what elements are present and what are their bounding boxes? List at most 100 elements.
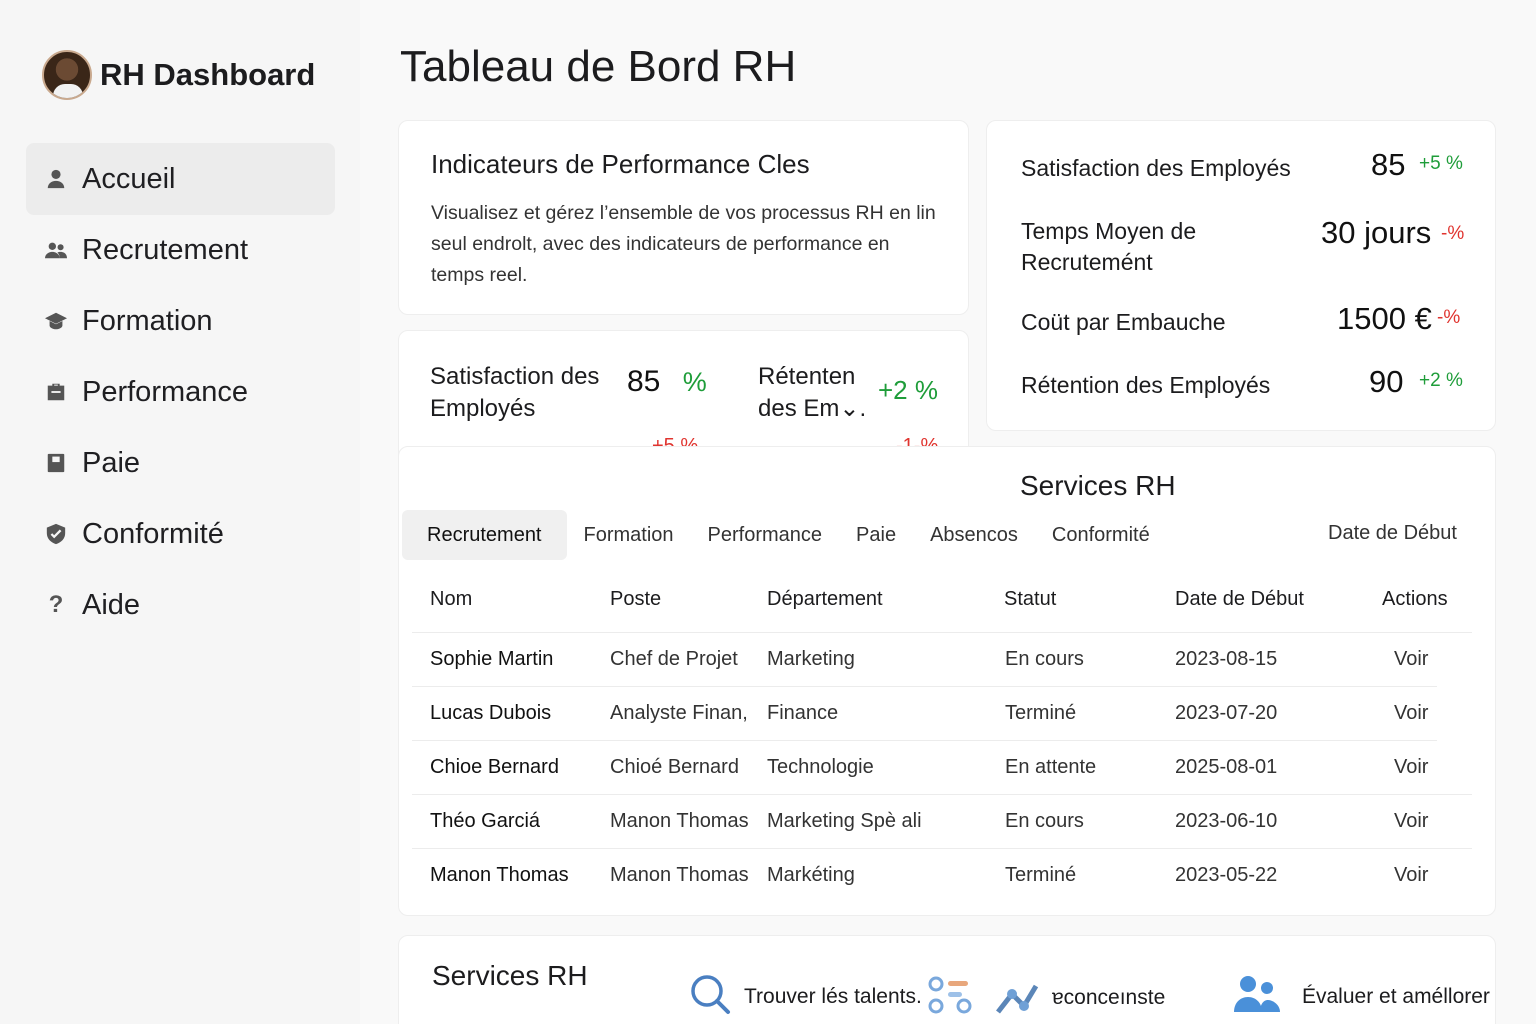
tab-paie[interactable]: Paie: [839, 510, 913, 560]
metric-retention: Rétention des Employés 90 +2 %: [1021, 364, 1465, 401]
column-header-departement[interactable]: Département: [767, 588, 883, 611]
column-header-statut[interactable]: Statut: [1004, 588, 1056, 611]
kpi-heading: Indicateurs de Performance Cles: [431, 149, 810, 179]
users-group-icon: [1232, 972, 1282, 1021]
sidebar-item-label: Paie: [82, 446, 141, 479]
metric-time-to-hire: Temps Moyen de Recrutemént: [1021, 216, 1241, 278]
column-header-poste[interactable]: Poste: [610, 588, 661, 611]
cell-nom: Lucas Dubois: [430, 702, 552, 724]
column-header-nom[interactable]: Nom: [430, 588, 472, 611]
tab-recrutement[interactable]: Recrutement: [402, 510, 567, 560]
network-icon: [926, 974, 978, 1023]
sidebar-item-label: Aide: [82, 588, 141, 621]
network-icon: [994, 972, 1040, 1023]
cell-departement: Markéting: [767, 864, 855, 886]
shield-check-icon: [44, 522, 68, 546]
sidebar-item-aide[interactable]: ? Aide: [26, 569, 335, 641]
metric-label: Temps Moyen de Recrutemént: [1021, 218, 1197, 275]
cell-departement: Finance: [767, 702, 839, 724]
metric-value: 85: [1371, 147, 1406, 182]
stat-satisfaction: Satisfaction des Employés: [430, 361, 600, 425]
sidebar: RH Dashboard Accueil Recrutement Formati…: [0, 0, 360, 1024]
kpi-intro-card: Indicateurs de Performance Cles Visualis…: [398, 120, 969, 315]
sidebar-item-recrutement[interactable]: Recrutement: [26, 214, 335, 286]
service-label: Trouver lés talents.: [744, 984, 922, 1008]
column-header-date[interactable]: Date de Début: [1175, 588, 1304, 611]
cell-nom: Chioe Bernard: [430, 756, 559, 778]
stat-retention: Rétenten des Em⌄.: [758, 361, 868, 425]
sidebar-nav: Accueil Recrutement Formation Performanc…: [26, 143, 335, 640]
sidebar-item-formation[interactable]: Formation: [26, 285, 335, 357]
tab-performance[interactable]: Performance: [691, 510, 840, 560]
metric-value: 90: [1369, 364, 1404, 399]
user-icon: [44, 167, 68, 191]
sidebar-item-accueil[interactable]: Accueil: [26, 143, 335, 215]
cell-poste: Manon Thomas: [610, 810, 749, 832]
services-tabs: Recrutement Formation Performance Paie A…: [402, 510, 1167, 560]
view-button[interactable]: Voir: [1394, 648, 1428, 671]
sidebar-item-performance[interactable]: Performance: [26, 356, 335, 428]
service-find-talent[interactable]: Trouver lés talents.: [688, 972, 922, 1021]
service-evaluate[interactable]: Évaluer et améllorer: [1232, 972, 1490, 1021]
stat-value: +2 %: [878, 375, 938, 405]
cell-date: 2023-05-22: [1175, 864, 1278, 886]
metric-change: +2 %: [1419, 370, 1463, 391]
tab-date-debut[interactable]: Date de Début: [1328, 522, 1457, 545]
services-bottom-title: Services RH: [432, 960, 588, 991]
services-title: Services RH: [1020, 470, 1176, 501]
cell-statut: En cours: [1005, 648, 1084, 670]
cell-departement: Technologie: [767, 756, 874, 778]
metric-satisfaction: Satisfaction des Employés 85 +5 %: [1021, 147, 1465, 184]
cell-nom: Manon Thomas: [430, 864, 569, 886]
divider: [412, 632, 1472, 633]
stat-label: Satisfaction des Employés: [430, 363, 600, 422]
service-label: ɐconceınste: [1052, 985, 1166, 1009]
sidebar-item-label: Formation: [82, 304, 213, 337]
cell-poste: Manon Thomas: [610, 864, 749, 886]
cell-date: 2023-08-15: [1175, 648, 1278, 670]
service-label: Évaluer et améllorer: [1302, 984, 1490, 1008]
cell-departement: Marketing Spè ali: [767, 810, 922, 832]
briefcase-icon: [44, 380, 68, 404]
service-onboarding[interactable]: ɐconceınste: [994, 972, 1165, 1023]
tab-conformite[interactable]: Conformité: [1035, 510, 1167, 560]
divider: [412, 848, 1472, 849]
stat-unit: %: [682, 367, 707, 397]
cell-statut: En cours: [1005, 810, 1084, 832]
column-header-actions: Actions: [1382, 588, 1448, 610]
view-button[interactable]: Voir: [1394, 810, 1428, 833]
metric-change: -%: [1437, 307, 1461, 328]
cell-poste: Chef de Projet: [610, 648, 738, 670]
view-button[interactable]: Voir: [1394, 864, 1428, 887]
page-title: Tableau de Bord RH: [400, 42, 797, 91]
sidebar-item-conformite[interactable]: Conformité: [26, 498, 335, 570]
divider: [412, 686, 1437, 687]
cell-nom: Théo Garciá: [430, 810, 541, 832]
question-icon: ?: [48, 591, 64, 618]
user-avatar[interactable]: [42, 50, 92, 100]
metric-value: 30 jours: [1321, 215, 1432, 250]
stat-label: Rétenten des Em⌄.: [758, 363, 867, 422]
metric-change: +5 %: [1419, 153, 1463, 174]
wallet-icon: [44, 451, 68, 475]
cell-date: 2023-07-20: [1175, 702, 1278, 724]
tab-absences[interactable]: Absencos: [913, 510, 1035, 560]
view-button[interactable]: Voir: [1394, 702, 1428, 725]
brand: RH Dashboard: [42, 50, 315, 100]
view-button[interactable]: Voir: [1394, 756, 1428, 779]
sidebar-item-paie[interactable]: Paie: [26, 427, 335, 499]
metric-cost-per-hire: Coüt par Embauche 1500 € -%: [1021, 301, 1465, 338]
sidebar-item-label: Performance: [82, 375, 249, 408]
cell-departement: Marketing: [767, 648, 855, 670]
stat-number: 85: [627, 365, 661, 398]
tab-formation[interactable]: Formation: [567, 510, 691, 560]
cell-statut: Terminé: [1005, 864, 1077, 886]
metric-value: 1500 €: [1337, 301, 1432, 336]
divider: [412, 794, 1472, 795]
brand-title: RH Dashboard: [100, 57, 316, 92]
sidebar-item-label: Accueil: [82, 162, 176, 195]
cell-poste: Analyste Finan,: [610, 702, 748, 724]
sidebar-item-label: Recrutement: [82, 233, 249, 266]
metrics-card: Satisfaction des Employés 85 +5 % Temps …: [986, 120, 1496, 431]
kpi-description: Visualisez et gérez l’ensemble de vos pr…: [431, 202, 936, 286]
